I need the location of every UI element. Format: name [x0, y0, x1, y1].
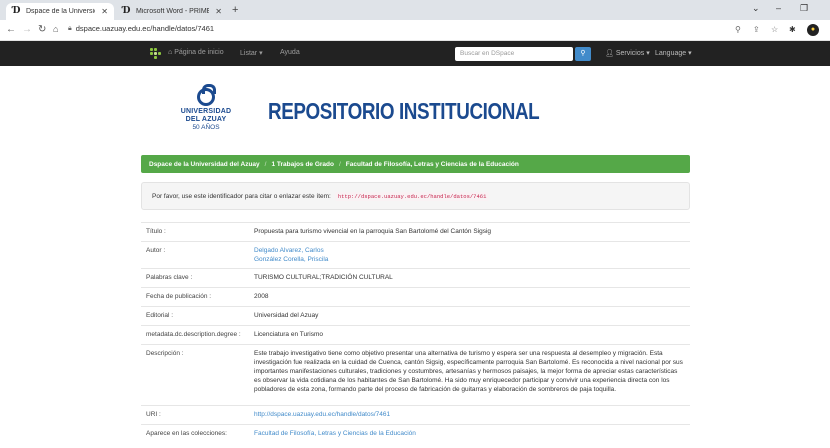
metadata-value: Facultad de Filosofía, Letras y Ciencias…	[254, 425, 690, 443]
tab-title: Microsoft Word - PRIMERA PART	[136, 8, 210, 15]
extensions-icon[interactable]: ✱	[789, 25, 796, 34]
logo-line-1: UNIVERSIDAD	[180, 108, 232, 115]
search-icon: ⚲	[580, 50, 586, 57]
author-link[interactable]: Delgado Alvarez, Carlos	[254, 246, 684, 255]
dspace-favicon-icon: Ɗ	[122, 6, 131, 16]
tab-title: Dspace de la Universidad del Azu	[26, 8, 95, 15]
metadata-label: Palabras clave :	[146, 274, 193, 281]
metadata-value: Universidad del Azuay	[254, 312, 319, 319]
metadata-label: Descripción :	[146, 350, 184, 357]
table-row-date: Fecha de publicación : 2008	[141, 287, 690, 306]
breadcrumb-item-home[interactable]: Dspace de la Universidad del Azuay	[149, 161, 260, 168]
metadata-label: Editorial :	[146, 312, 174, 319]
metadata-value: Este trabajo investigativo tiene como ob…	[254, 350, 683, 393]
metadata-label: Fecha de publicación :	[146, 293, 212, 300]
browser-toolbar: ← → ↻ ⌂ 🔒︎ dspace.uazuay.edu.ec/handle/d…	[0, 20, 830, 41]
browser-tabstrip: Ɗ Dspace de la Universidad del Azu ✕ Ɗ M…	[0, 0, 830, 20]
metadata-value: TURISMO CULTURAL;TRADICIÓN CULTURAL	[254, 274, 393, 281]
tab-search-icon[interactable]: ⌄	[752, 3, 760, 14]
table-row-keywords: Palabras clave : TURISMO CULTURAL;TRADIC…	[141, 268, 690, 287]
dspace-logo-icon[interactable]	[150, 48, 161, 59]
table-row-publisher: Editorial : Universidad del Azuay	[141, 306, 690, 325]
site-navbar: ⌂ Página de inicio Listar ▾ Ayuda Buscar…	[0, 41, 830, 66]
new-tab-button[interactable]: +	[232, 4, 238, 16]
tab-close-icon[interactable]: ✕	[215, 7, 222, 16]
caret-down-icon: ▾	[259, 50, 263, 57]
tab-close-icon[interactable]: ✕	[101, 7, 108, 16]
metadata-value: Licenciatura en Turismo	[254, 331, 324, 338]
browser-tab-word[interactable]: Ɗ Microsoft Word - PRIMERA PART ✕	[116, 3, 228, 20]
metadata-label: metadata.dc.description.degree :	[146, 331, 241, 338]
nav-list-label: Listar	[240, 50, 258, 57]
search-button[interactable]: ⚲	[575, 47, 591, 61]
nav-language-dropdown[interactable]: Language ▾	[655, 49, 692, 57]
metadata-label: URI :	[146, 411, 161, 418]
breadcrumb-separator: /	[338, 160, 341, 168]
nav-services-dropdown[interactable]: 👤︎ Servicios ▾	[605, 49, 650, 57]
identifier-well: Por favor, use este identificador para c…	[141, 182, 690, 210]
logo-line-2: DEL AZUAY	[185, 116, 227, 123]
nav-home-link[interactable]: ⌂ Página de inicio	[168, 49, 224, 56]
bookmark-star-icon[interactable]: ☆	[771, 25, 778, 34]
table-row-uri: URI : http://dspace.uazuay.edu.ec/handle…	[141, 405, 690, 424]
table-row-description: Descripción : Este trabajo investigativo…	[141, 344, 690, 405]
author-link[interactable]: González Corella, Priscila	[254, 255, 684, 264]
universidad-logo[interactable]: UNIVERSIDAD DEL AZUAY 50 AÑOS	[168, 84, 244, 142]
dspace-favicon-icon: Ɗ	[12, 6, 21, 16]
address-url: dspace.uazuay.edu.ec/handle/datos/7461	[75, 24, 215, 33]
metadata-label: Título :	[146, 228, 166, 235]
table-row-degree: metadata.dc.description.degree : Licenci…	[141, 325, 690, 344]
metadata-value: Propuesta para turismo vivencial en la p…	[254, 228, 492, 235]
breadcrumb: Dspace de la Universidad del Azuay / 1 T…	[141, 155, 690, 173]
zoom-icon[interactable]: ⚲	[735, 25, 741, 34]
identifier-text: Por favor, use este identificador para c…	[152, 192, 331, 200]
lock-icon: 🔒︎	[68, 24, 72, 32]
breadcrumb-item-community[interactable]: 1 Trabajos de Grado	[271, 161, 334, 168]
metadata-table: Título : Propuesta para turismo vivencia…	[141, 222, 690, 443]
user-icon: 👤︎	[605, 50, 614, 57]
table-row-title: Título : Propuesta para turismo vivencia…	[141, 222, 690, 241]
collection-link[interactable]: Facultad de Filosofía, Letras y Ciencias…	[254, 429, 684, 438]
nav-services-label: Servicios	[615, 50, 645, 57]
metadata-label: Autor :	[146, 247, 166, 254]
nav-home-label: Página de inicio	[174, 49, 224, 56]
forward-arrow-icon[interactable]: →	[22, 24, 32, 35]
breadcrumb-item-collection[interactable]: Facultad de Filosofía, Letras y Ciencias…	[346, 161, 519, 168]
nav-list-dropdown[interactable]: Listar ▾	[240, 49, 263, 57]
university-emblem-icon	[197, 84, 216, 106]
back-arrow-icon[interactable]: ←	[6, 24, 16, 35]
caret-down-icon: ▾	[688, 50, 692, 57]
share-icon[interactable]: ⇪	[753, 25, 760, 34]
address-bar[interactable]: 🔒︎ dspace.uazuay.edu.ec/handle/datos/746…	[68, 24, 214, 33]
nav-language-label: Language	[655, 50, 687, 57]
metadata-label: Aparece en las colecciones:	[146, 430, 227, 437]
repository-title: REPOSITORIO INSTITUCIONAL	[268, 98, 540, 124]
reload-icon[interactable]: ↻	[38, 24, 46, 35]
table-row-collections: Aparece en las colecciones: Facultad de …	[141, 424, 690, 443]
identifier-uri: http://dspace.uazuay.edu.ec/handle/datos…	[334, 191, 490, 201]
minimize-button[interactable]: –	[776, 3, 781, 13]
browser-tab-dspace[interactable]: Ɗ Dspace de la Universidad del Azu ✕	[6, 3, 114, 20]
caret-down-icon: ▾	[646, 50, 650, 57]
profile-avatar[interactable]: ●	[807, 24, 819, 36]
restore-button[interactable]: ❐	[800, 3, 808, 14]
metadata-value: Delgado Alvarez, Carlos González Corella…	[254, 242, 690, 268]
home-icon: ⌂	[168, 49, 173, 56]
search-input[interactable]: Buscar en DSpace	[455, 47, 573, 61]
table-row-author: Autor : Delgado Alvarez, Carlos González…	[141, 241, 690, 268]
metadata-value: http://dspace.uazuay.edu.ec/handle/datos…	[254, 406, 690, 424]
metadata-value: 2008	[254, 293, 269, 300]
breadcrumb-separator: /	[264, 160, 267, 168]
uri-link[interactable]: http://dspace.uazuay.edu.ec/handle/datos…	[254, 410, 684, 419]
logo-line-3: 50 AÑOS	[192, 124, 220, 131]
nav-help-link[interactable]: Ayuda	[280, 49, 300, 56]
home-icon[interactable]: ⌂	[53, 24, 58, 34]
